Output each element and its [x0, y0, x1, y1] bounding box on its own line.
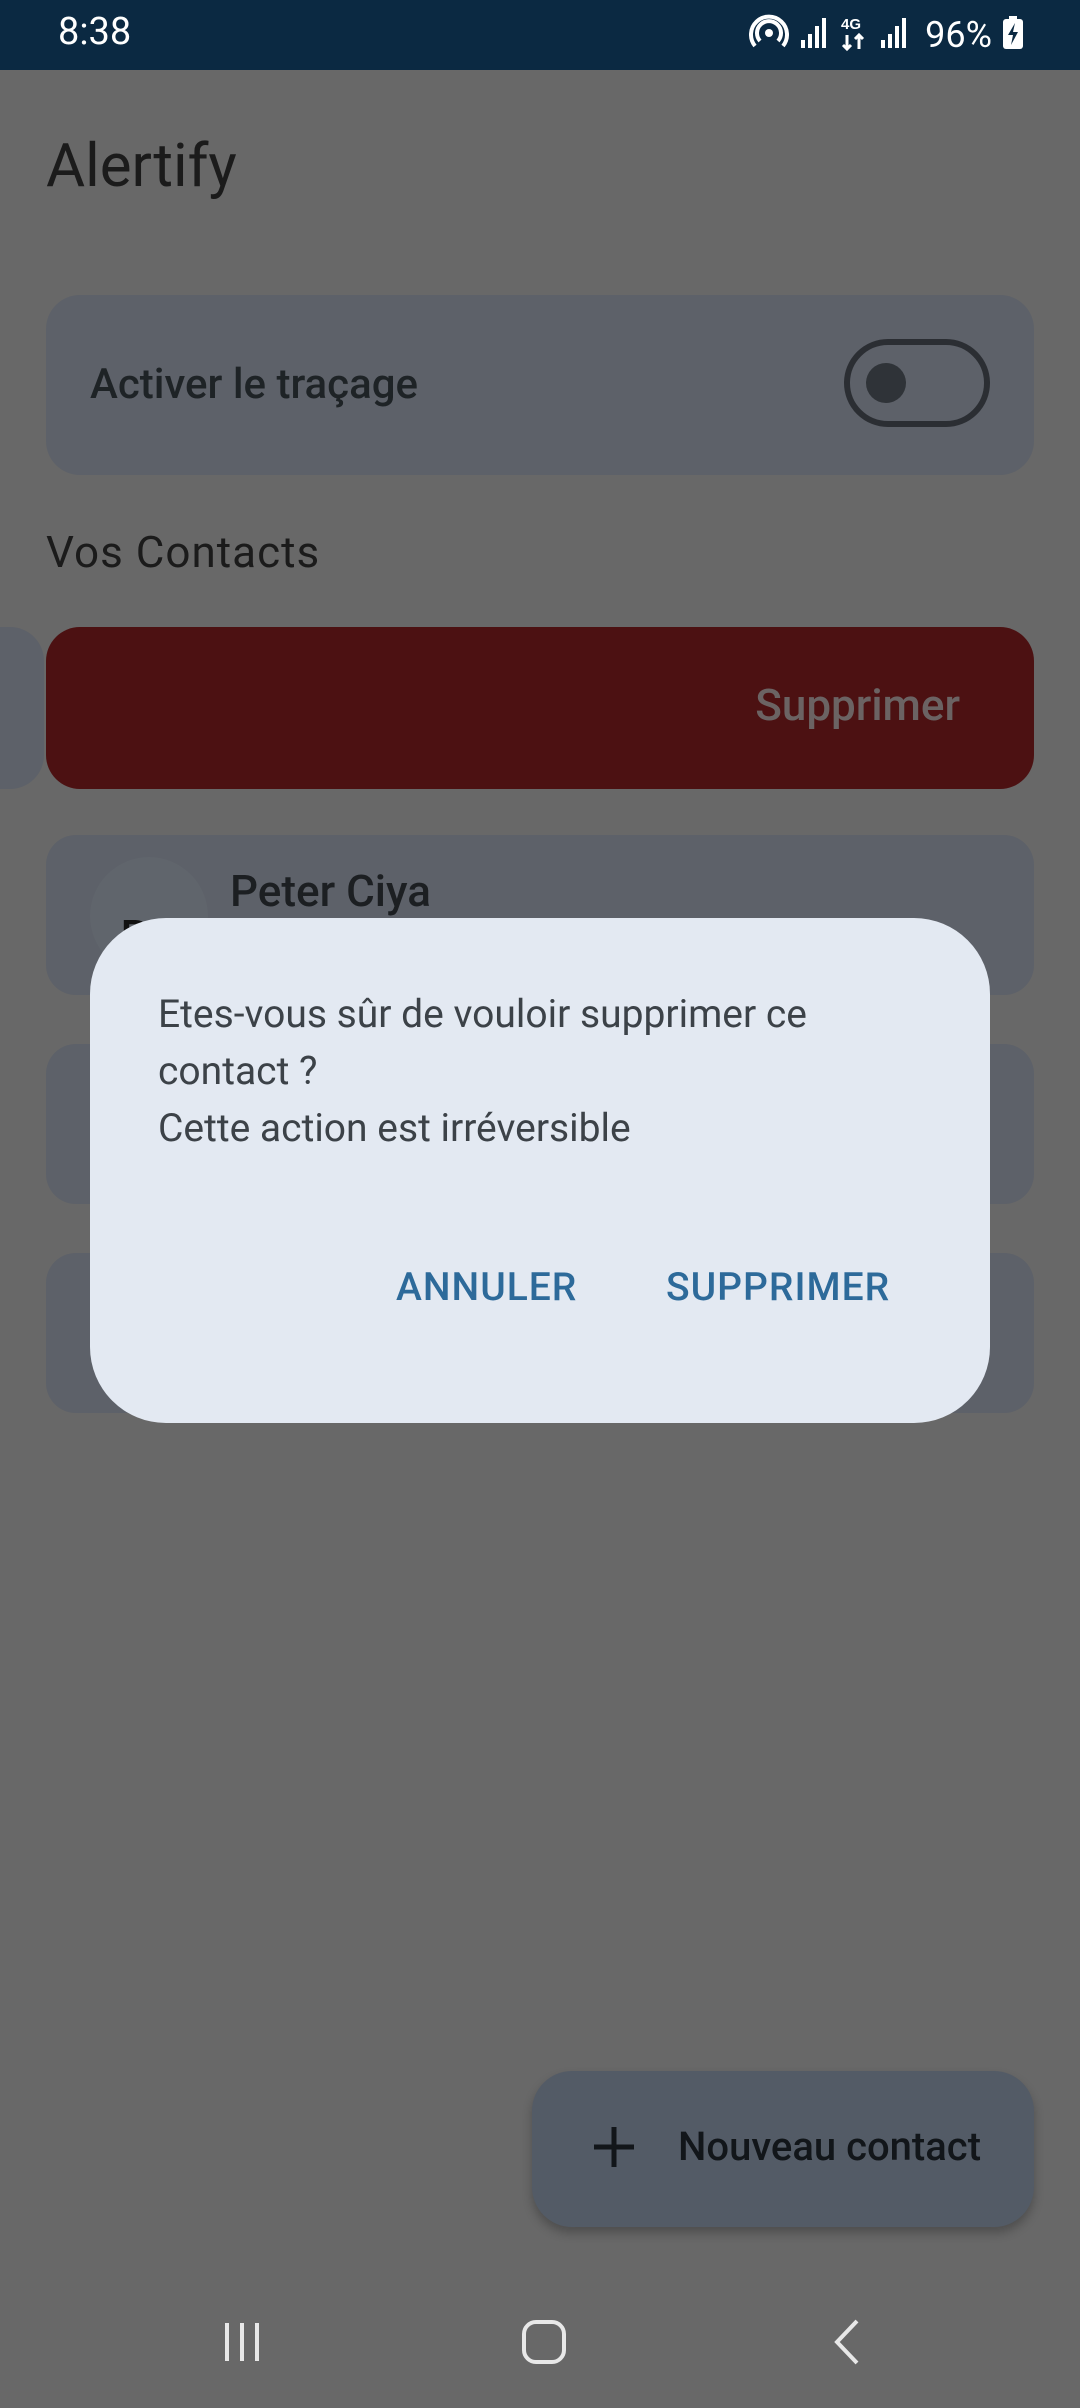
battery-charging-icon: [1002, 16, 1024, 54]
swipe-delete-background[interactable]: Supprimer: [46, 627, 1034, 789]
swiped-contact-card[interactable]: [0, 627, 44, 789]
system-nav-bar: [0, 2272, 1080, 2408]
status-bar: 8:38 4G 96%: [0, 0, 1080, 70]
tracking-card: Activer le traçage: [46, 295, 1034, 475]
hotspot-icon: [749, 13, 790, 57]
status-time: 8:38: [58, 10, 132, 54]
new-contact-fab[interactable]: Nouveau contact: [532, 2071, 1034, 2227]
confirm-delete-button[interactable]: SUPPRIMER: [666, 1264, 890, 1310]
status-icons: 4G 96%: [749, 12, 1024, 58]
home-icon[interactable]: [514, 2312, 574, 2372]
recent-apps-icon[interactable]: [212, 2312, 272, 2372]
cancel-button[interactable]: ANNULER: [396, 1264, 577, 1310]
data-4g-icon: 4G: [839, 13, 869, 57]
dialog-message-line: Etes-vous sûr de vouloir supprimer ce co…: [158, 991, 807, 1094]
dialog-message: Etes-vous sûr de vouloir supprimer ce co…: [158, 986, 938, 1157]
plus-icon: [588, 2121, 640, 2173]
confirm-delete-dialog: Etes-vous sûr de vouloir supprimer ce co…: [90, 918, 990, 1423]
toggle-thumb: [866, 363, 906, 403]
contacts-section-title: Vos Contacts: [46, 526, 321, 578]
swipe-delete-label: Supprimer: [755, 679, 960, 731]
page-title: Alertify: [46, 130, 237, 201]
network-type-text: 4G: [841, 16, 861, 33]
tracking-toggle[interactable]: [844, 339, 990, 427]
signal-icon: [879, 16, 909, 54]
battery-percentage: 96%: [925, 14, 992, 56]
back-icon[interactable]: [818, 2312, 878, 2372]
dialog-message-line: Cette action est irréversible: [158, 1105, 631, 1151]
signal-icon: [799, 16, 829, 54]
contact-name: Peter Ciya: [230, 865, 431, 917]
fab-label: Nouveau contact: [678, 2123, 982, 2170]
tracking-label: Activer le traçage: [90, 360, 419, 409]
